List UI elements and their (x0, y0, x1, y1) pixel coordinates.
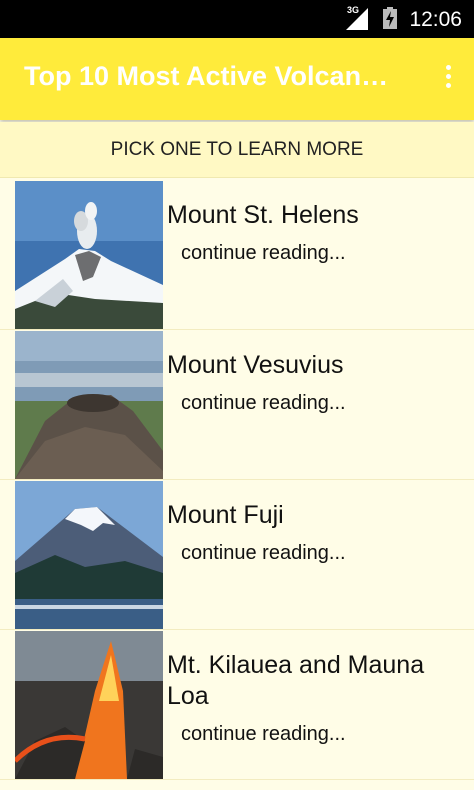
volcano-list: Mount St. Helens continue reading... Mou… (0, 180, 474, 790)
volcano-name: Mt. Kilauea and Mauna Loa (167, 651, 425, 710)
continue-reading-link[interactable]: continue reading... (181, 723, 346, 746)
list-item[interactable]: Mt. Kilauea and Mauna Loa continue readi… (0, 630, 474, 780)
mount-st-helens-thumbnail[interactable] (15, 181, 163, 329)
continue-reading-link[interactable]: continue reading... (181, 242, 346, 265)
list-item[interactable]: Mount Vesuvius continue reading... (0, 330, 474, 480)
list-item[interactable]: Mount St. Helens continue reading... (0, 180, 474, 330)
volcano-name: Mount Fuji (167, 501, 284, 529)
subheader-text: PICK ONE TO LEARN MORE (110, 139, 364, 160)
app-title: Top 10 Most Active Volcanoes (24, 61, 400, 91)
clock: 12:06 (409, 8, 462, 31)
mount-vesuvius-thumbnail[interactable] (15, 331, 163, 479)
list-subheader: PICK ONE TO LEARN MORE (0, 122, 474, 178)
volcano-name: Mount Vesuvius (167, 351, 344, 379)
signal-icon (346, 8, 368, 30)
list-item[interactable]: Mount Fuji continue reading... (0, 480, 474, 630)
continue-reading-link[interactable]: continue reading... (181, 542, 346, 565)
volcano-name: Mount St. Helens (167, 201, 359, 229)
mount-kilauea-thumbnail[interactable] (15, 631, 163, 779)
battery-charging-icon (383, 7, 397, 29)
status-bar: 3G 12:06 (0, 0, 474, 38)
app-bar: Top 10 Most Active Volcanoes (0, 38, 474, 120)
mount-fuji-thumbnail[interactable] (15, 481, 163, 629)
continue-reading-link[interactable]: continue reading... (181, 392, 346, 415)
overflow-menu-icon[interactable] (438, 62, 458, 98)
